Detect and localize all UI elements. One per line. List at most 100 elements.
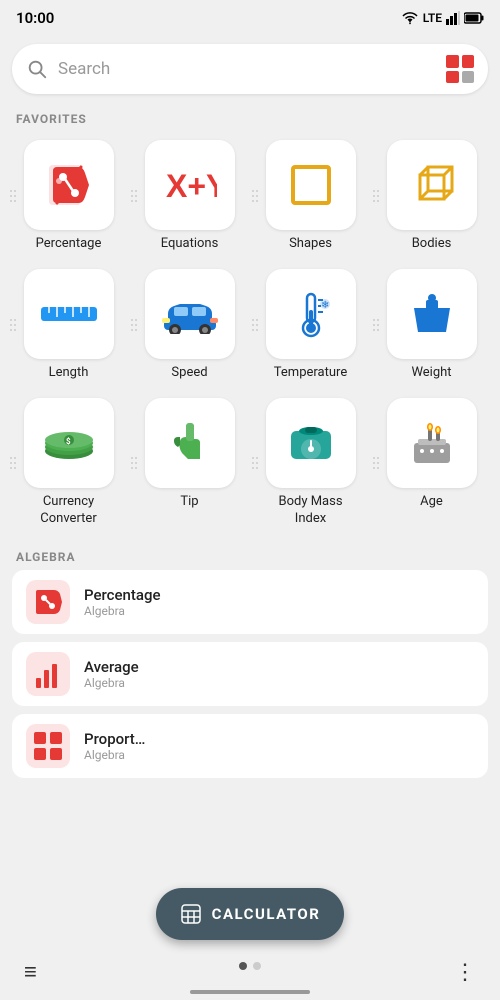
calc-item-currency[interactable]: $ CurrencyConverter — [8, 390, 129, 536]
status-time: 10:00 — [16, 9, 54, 27]
list-text-average: Average Algebra — [84, 658, 139, 690]
drag-handle — [10, 319, 16, 331]
menu-icon[interactable]: ≡ — [24, 959, 37, 985]
algebra-list: Percentage Algebra Average Algebra — [0, 570, 500, 778]
temperature-icon-box: ❄ — [266, 269, 356, 359]
list-subtitle-percentage: Algebra — [84, 604, 161, 618]
weight-icon — [406, 288, 458, 340]
list-item-average[interactable]: Average Algebra — [12, 642, 488, 706]
temperature-label: Temperature — [274, 365, 347, 382]
shapes-icon — [285, 159, 337, 211]
calc-item-temperature[interactable]: ❄ Temperature — [250, 261, 371, 390]
list-title-percentage: Percentage — [84, 586, 161, 604]
indicator-dot-1 — [239, 962, 247, 970]
drag-handle — [373, 457, 379, 469]
tip-icon-box — [145, 398, 235, 488]
list-item-proportion[interactable]: Proport… Algebra — [12, 714, 488, 778]
list-icon-average-svg — [32, 658, 64, 690]
search-left: Search — [26, 58, 110, 80]
svg-text:X+Y: X+Y — [166, 168, 217, 203]
list-icon-proportion — [26, 724, 70, 768]
calc-item-tip[interactable]: Tip — [129, 390, 250, 536]
age-label: Age — [420, 494, 443, 511]
wifi-icon — [401, 11, 419, 25]
currency-icon: $ — [40, 423, 98, 463]
bodies-label: Bodies — [412, 236, 452, 253]
grid-cell-2 — [462, 55, 475, 68]
fab-label: CALCULATOR — [212, 905, 321, 923]
drag-handle — [252, 190, 258, 202]
percentage-label: Percentage — [36, 236, 102, 253]
age-icon-box — [387, 398, 477, 488]
currency-icon-box: $ — [24, 398, 114, 488]
drag-handle — [252, 457, 258, 469]
calc-item-speed[interactable]: Speed — [129, 261, 250, 390]
lte-label: LTE — [423, 11, 442, 25]
equations-icon: X+Y — [163, 167, 217, 203]
drag-handle — [373, 190, 379, 202]
calc-item-age[interactable]: Age — [371, 390, 492, 536]
shapes-label: Shapes — [289, 236, 332, 253]
calc-item-percentage[interactable]: Percentage — [8, 132, 129, 261]
calc-item-equations[interactable]: X+Y Equations — [129, 132, 250, 261]
overflow-icon[interactable]: ⋮ — [454, 960, 476, 985]
calc-item-shapes[interactable]: Shapes — [250, 132, 371, 261]
weight-label: Weight — [411, 365, 451, 382]
fab-calculator-button[interactable]: CALCULATOR — [156, 888, 345, 940]
signal-icon — [446, 11, 460, 25]
grid-cell-4 — [462, 71, 475, 84]
grid-icon[interactable] — [446, 55, 474, 83]
status-icons: LTE — [401, 11, 484, 25]
shapes-icon-box — [266, 140, 356, 230]
percentage-icon-box — [24, 140, 114, 230]
list-title-average: Average — [84, 658, 139, 676]
fab-container: CALCULATOR — [0, 888, 500, 940]
grid-cell-1 — [446, 55, 459, 68]
indicator-dot-2 — [253, 962, 261, 970]
search-icon — [26, 58, 48, 80]
currency-label: CurrencyConverter — [40, 494, 96, 528]
calc-item-length[interactable]: Length — [8, 261, 129, 390]
age-icon — [406, 417, 458, 469]
speed-label: Speed — [171, 365, 207, 382]
calc-item-bmi[interactable]: Body MassIndex — [250, 390, 371, 536]
tip-icon — [164, 417, 216, 469]
calc-item-bodies[interactable]: Bodies — [371, 132, 492, 261]
list-icon-percentage-svg — [32, 586, 64, 618]
list-subtitle-proportion: Algebra — [84, 748, 145, 762]
drag-handle — [131, 319, 137, 331]
bottom-area: CALCULATOR ≡ ⋮ — [0, 888, 500, 1000]
temperature-icon: ❄ — [285, 288, 337, 340]
weight-icon-box — [387, 269, 477, 359]
search-placeholder: Search — [58, 59, 110, 79]
svg-text:❄: ❄ — [321, 300, 329, 311]
list-icon-proportion-svg — [32, 730, 64, 762]
grid-cell-3 — [446, 71, 459, 84]
tip-label: Tip — [180, 494, 198, 511]
length-icon-box — [24, 269, 114, 359]
drag-handle — [131, 190, 137, 202]
percentage-icon — [43, 159, 95, 211]
bmi-label: Body MassIndex — [278, 494, 342, 528]
speed-icon-box — [145, 269, 235, 359]
equations-label: Equations — [161, 236, 219, 253]
equations-icon-box: X+Y — [145, 140, 235, 230]
length-label: Length — [49, 365, 89, 382]
calc-item-weight[interactable]: Weight — [371, 261, 492, 390]
calculator-icon — [180, 903, 202, 925]
speed-icon — [160, 294, 220, 334]
drag-handle — [10, 457, 16, 469]
bmi-icon-box — [266, 398, 356, 488]
algebra-label: ALGEBRA — [0, 540, 500, 570]
battery-icon — [464, 12, 484, 24]
drag-handle — [131, 457, 137, 469]
status-bar: 10:00 LTE — [0, 0, 500, 36]
home-bar — [190, 990, 310, 994]
svg-text:$: $ — [66, 437, 71, 446]
search-bar[interactable]: Search — [12, 44, 488, 94]
bmi-icon — [285, 417, 337, 469]
list-text-proportion: Proport… Algebra — [84, 730, 145, 762]
length-icon — [39, 299, 99, 329]
list-title-proportion: Proport… — [84, 730, 145, 748]
list-item-percentage[interactable]: Percentage Algebra — [12, 570, 488, 634]
